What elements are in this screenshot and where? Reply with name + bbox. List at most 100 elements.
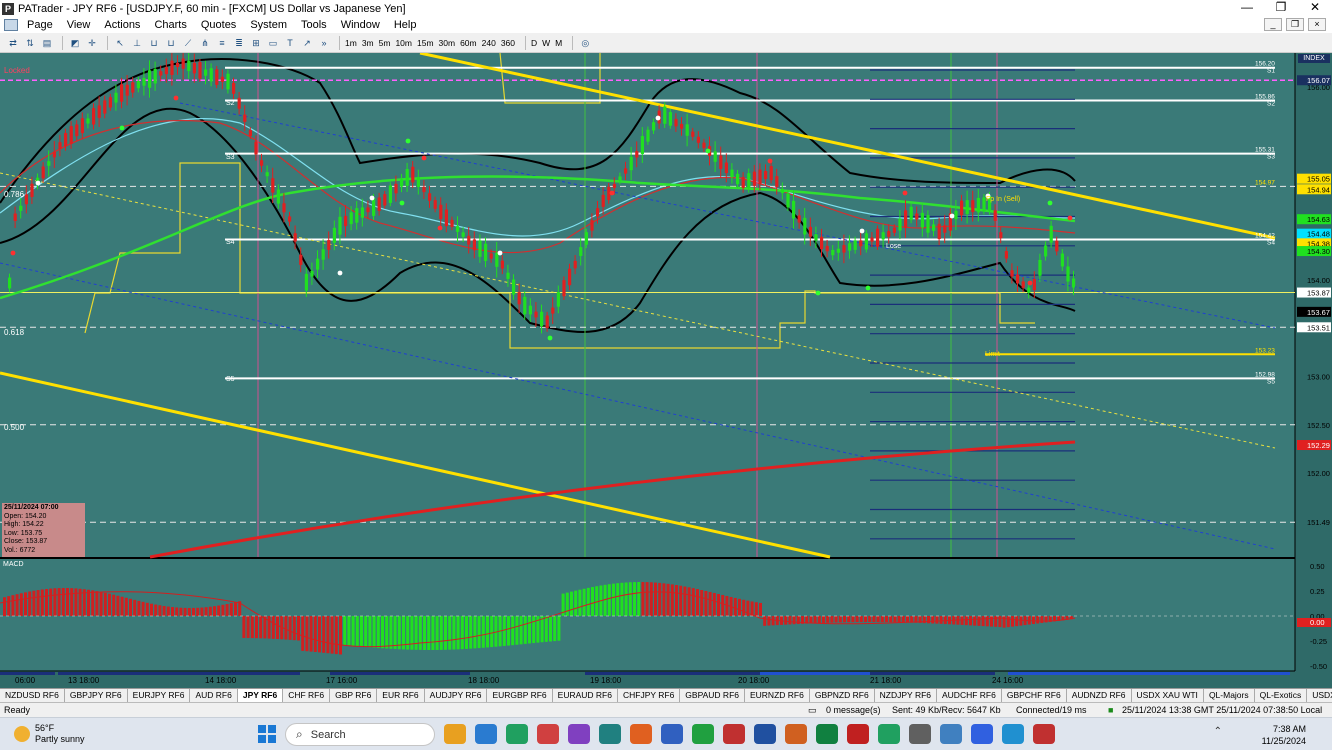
symbol-tab[interactable]: AUD RF6 (190, 689, 238, 702)
symbol-tab[interactable]: AUDCHF RF6 (937, 689, 1002, 702)
symbol-tab[interactable]: NZDUSD RF6 (0, 689, 65, 702)
symbol-tab[interactable]: CHFJPY RF6 (618, 689, 681, 702)
taskbar-app-icon[interactable] (816, 724, 838, 744)
period-daily[interactable]: D (531, 38, 537, 48)
timeframe-15m[interactable]: 15m (417, 38, 434, 48)
taskbar-app-icon[interactable] (909, 724, 931, 744)
menu-charts[interactable]: Charts (147, 19, 193, 31)
price-chart[interactable]: 156.20 S1 155.86 S2 155.31 S3 154.97 154.42 S4 15… (0, 53, 1332, 688)
taskbar-app-icon[interactable] (630, 724, 652, 744)
taskbar-app-icon[interactable] (568, 724, 590, 744)
timeframe-360[interactable]: 360 (501, 38, 515, 48)
taskbar-app-icon[interactable] (506, 724, 528, 744)
taskbar-search[interactable]: ⌕ Search (285, 723, 435, 746)
timeframe-60m[interactable]: 60m (460, 38, 477, 48)
taskbar-app-icon[interactable] (537, 724, 559, 744)
taskbar-app-icon[interactable] (971, 724, 993, 744)
close-button[interactable]: ✕ (1298, 0, 1332, 17)
fib-ext-tool-icon[interactable]: ≣ (232, 36, 246, 50)
trendline-tool-icon[interactable]: ⟋ (181, 36, 195, 50)
menu-window[interactable]: Window (334, 19, 387, 31)
taskbar-app-icon[interactable] (599, 724, 621, 744)
box-tool-icon[interactable]: ▭ (266, 36, 280, 50)
system-tray[interactable]: ⌃ (1214, 726, 1222, 737)
period-monthly[interactable]: M (555, 38, 562, 48)
symbol-tab[interactable]: CHF RF6 (283, 689, 331, 702)
status-messages[interactable]: 0 message(s) (826, 705, 881, 715)
timeframe-3m[interactable]: 3m (362, 38, 374, 48)
timeframe-10m[interactable]: 10m (395, 38, 412, 48)
chart-canvas[interactable]: 156.20S1155.86S2155.31S3154.97154.42S415… (0, 53, 1332, 688)
target-icon[interactable]: ◎ (578, 36, 592, 50)
symbol-tab[interactable]: GBPCHF RF6 (1002, 689, 1067, 702)
child-restore-button[interactable]: ❐ (1286, 18, 1304, 31)
weather-widget[interactable]: 56°F Partly sunny (14, 723, 85, 745)
taskbar-app-icon[interactable] (847, 724, 869, 744)
message-icon[interactable]: ▭ (808, 705, 817, 716)
taskbar-app-icon[interactable] (661, 724, 683, 744)
menu-quotes[interactable]: Quotes (194, 19, 243, 31)
taskbar-app-icon[interactable] (754, 724, 776, 744)
taskbar-app-icon[interactable] (692, 724, 714, 744)
menu-actions[interactable]: Actions (97, 19, 147, 31)
child-close-button[interactable]: × (1308, 18, 1326, 31)
menu-view[interactable]: View (60, 19, 98, 31)
taskbar-clock[interactable]: 7:38 AM 11/25/2024 (1262, 723, 1306, 747)
taskbar-app-icon[interactable] (723, 724, 745, 744)
menu-system[interactable]: System (243, 19, 294, 31)
more-tools-icon[interactable]: » (317, 36, 331, 50)
symbol-tab[interactable]: JPY RF6 (237, 689, 284, 702)
text-tool-icon[interactable]: T (283, 36, 297, 50)
buy-icon[interactable]: ⇄ (6, 36, 20, 50)
crosshair-icon[interactable]: ✛ (85, 36, 99, 50)
symbol-tab[interactable]: EUR RF6 (377, 689, 425, 702)
vline-tool-icon[interactable]: ⊔ (147, 36, 161, 50)
windows-start-icon[interactable] (258, 725, 276, 743)
symbol-tab[interactable]: QL-Exotics (1255, 689, 1308, 702)
timeframe-1m[interactable]: 1m (345, 38, 357, 48)
index-badge[interactable]: INDEX (1298, 54, 1330, 63)
fib-tool-icon[interactable]: ≡ (215, 36, 229, 50)
child-minimize-button[interactable]: _ (1264, 18, 1282, 31)
taskbar-app-icon[interactable] (444, 724, 466, 744)
taskbar-app-icon[interactable] (1002, 724, 1024, 744)
taskbar-app-icon[interactable] (940, 724, 962, 744)
symbol-tab[interactable]: NZDJPY RF6 (875, 689, 937, 702)
chart-icon[interactable]: ◩ (68, 36, 82, 50)
maximize-button[interactable]: ❐ (1264, 0, 1298, 17)
timeframe-5m[interactable]: 5m (379, 38, 391, 48)
pitchfork-tool-icon[interactable]: ⋔ (198, 36, 212, 50)
sell-icon[interactable]: ⇅ (23, 36, 37, 50)
taskbar-app-icon[interactable] (785, 724, 807, 744)
symbol-tab[interactable]: AUDJPY RF6 (425, 689, 488, 702)
taskbar-app-icon[interactable] (878, 724, 900, 744)
symbol-tab[interactable]: USDX XAU WTI (1132, 689, 1204, 702)
taskbar-app-icon[interactable] (1033, 724, 1055, 744)
taskbar-app-icon[interactable] (475, 724, 497, 744)
symbol-tab[interactable]: EURGBP RF6 (487, 689, 553, 702)
symbol-tab[interactable]: GBPNZD RF6 (810, 689, 875, 702)
arrow-tool-icon[interactable]: ↗ (300, 36, 314, 50)
symbol-tab[interactable]: EURJPY RF6 (128, 689, 191, 702)
gann-tool-icon[interactable]: ⊞ (249, 36, 263, 50)
lock-icon[interactable]: ▤ (40, 36, 54, 50)
timeframe-240[interactable]: 240 (482, 38, 496, 48)
symbol-tab[interactable]: GBPJPY RF6 (65, 689, 128, 702)
symbol-tab[interactable]: AUDNZD RF6 (1067, 689, 1132, 702)
symbol-tab[interactable]: QL-Majors (1204, 689, 1255, 702)
symbol-tab[interactable]: EURAUD RF6 (553, 689, 618, 702)
symbol-tab[interactable]: GBP RF6 (330, 689, 378, 702)
pointer-icon[interactable]: ↖ (113, 36, 127, 50)
menu-page[interactable]: Page (20, 19, 60, 31)
channel-tool-icon[interactable]: ⊔ (164, 36, 178, 50)
menu-tools[interactable]: Tools (294, 19, 334, 31)
symbol-tab[interactable]: EURNZD RF6 (745, 689, 810, 702)
menu-help[interactable]: Help (387, 19, 424, 31)
symbol-tab[interactable]: GBPAUD RF6 (680, 689, 745, 702)
period-weekly[interactable]: W (542, 38, 550, 48)
hline-tool-icon[interactable]: ⊥ (130, 36, 144, 50)
child-window-icon[interactable] (4, 19, 18, 31)
timeframe-30m[interactable]: 30m (439, 38, 456, 48)
minimize-button[interactable]: — (1230, 0, 1264, 17)
symbol-tab[interactable]: USDX RF6 (1307, 689, 1332, 702)
